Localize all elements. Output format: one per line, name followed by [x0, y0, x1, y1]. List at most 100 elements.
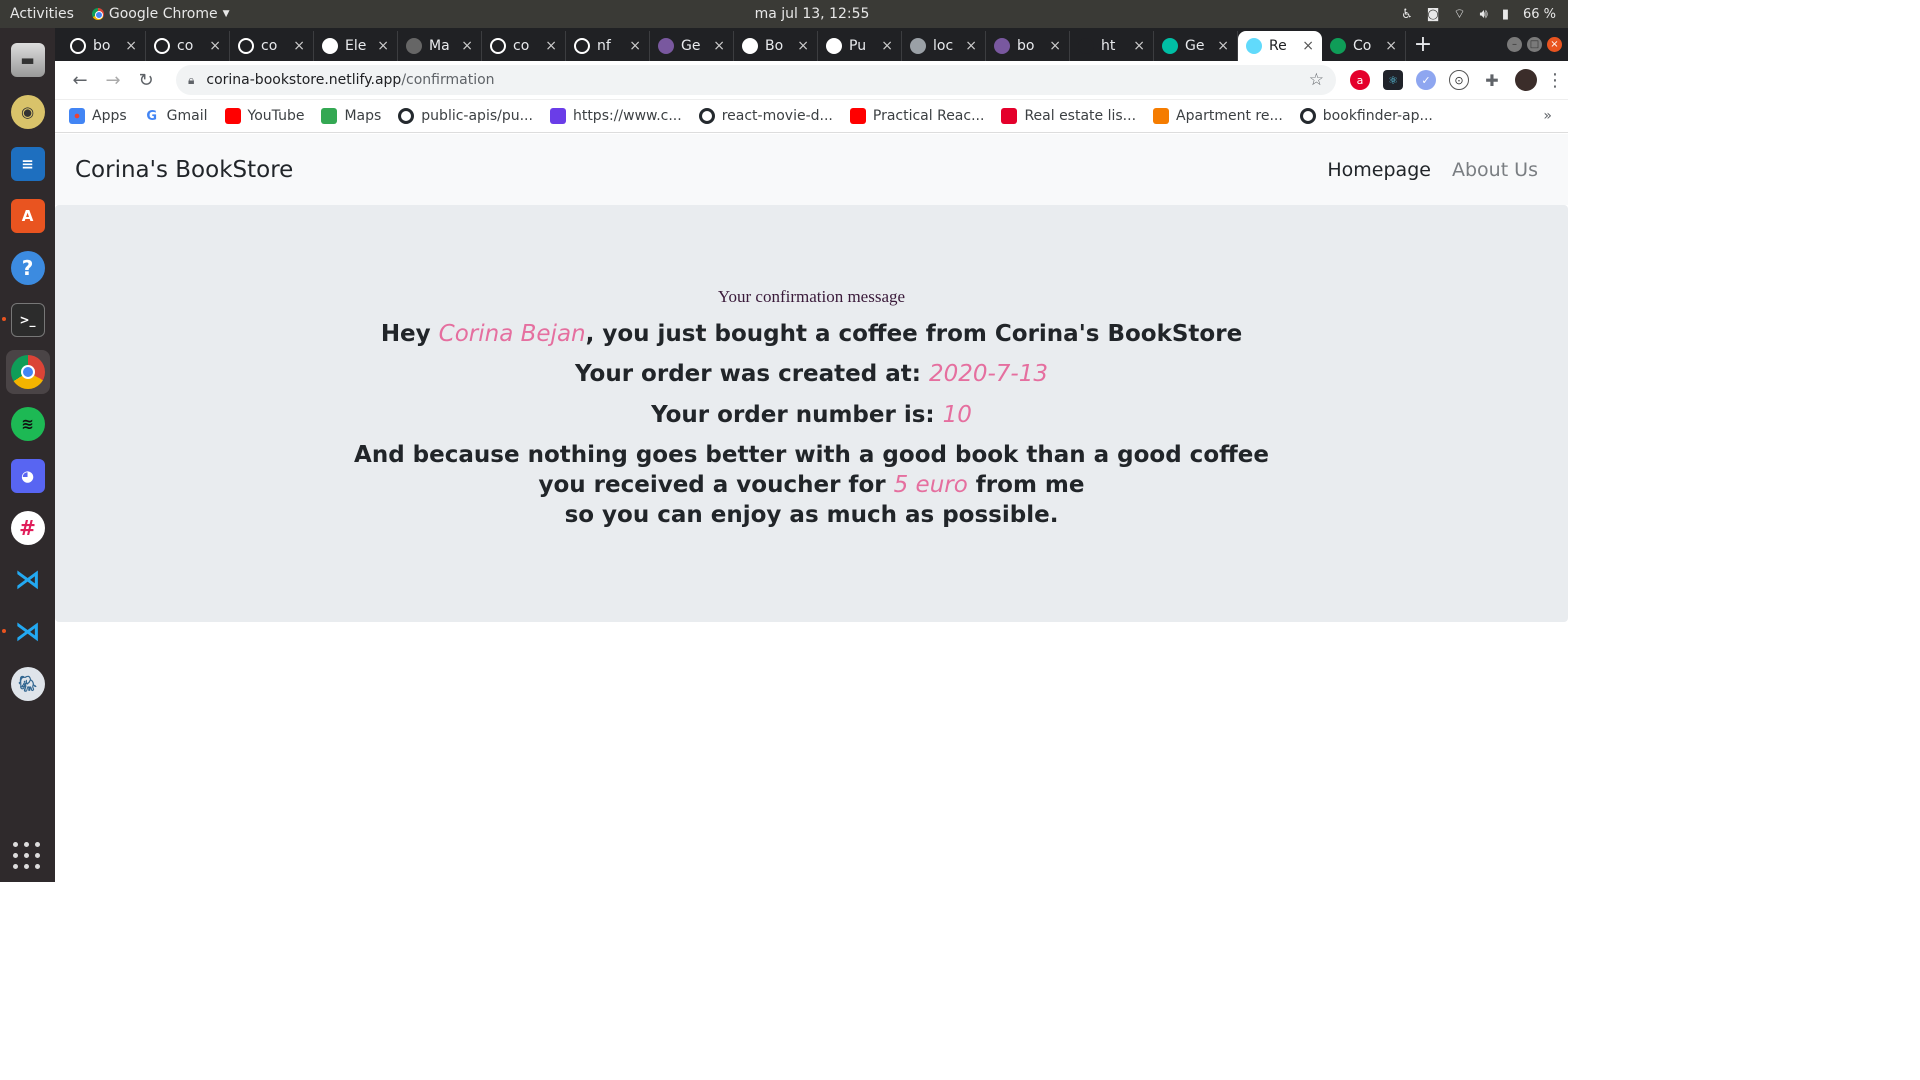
close-tab-icon[interactable]: × [1133, 38, 1145, 54]
site-brand[interactable]: Corina's BookStore [75, 157, 293, 183]
close-tab-icon[interactable]: × [1385, 38, 1397, 54]
maximize-button[interactable]: □ [1527, 37, 1542, 52]
bookmark-item[interactable]: public-apis/pu... [398, 108, 533, 124]
close-tab-icon[interactable]: × [1217, 38, 1229, 54]
close-tab-icon[interactable]: × [629, 38, 641, 54]
activities-button[interactable]: Activities [10, 6, 74, 22]
forward-button[interactable]: → [98, 65, 128, 95]
close-window-button[interactable]: × [1547, 37, 1562, 52]
apartment-icon [1153, 108, 1170, 124]
home-icon [1001, 108, 1018, 124]
page-icon [406, 38, 422, 54]
tab-title: Ele [345, 38, 367, 54]
chrome-menu-icon[interactable]: ⋮ [1546, 70, 1564, 91]
chrome-launcher[interactable] [5, 350, 50, 394]
battery-percent[interactable]: 66 % [1523, 7, 1556, 22]
new-tab-button[interactable]: + [1406, 31, 1440, 61]
browser-tab[interactable]: Ge × [1154, 31, 1238, 61]
writer-launcher[interactable]: ≡ [6, 142, 50, 186]
browser-tab[interactable]: Ge × [650, 31, 734, 61]
close-tab-icon[interactable]: × [965, 38, 977, 54]
redux-devtools-icon[interactable]: ✓ [1416, 70, 1436, 90]
octotree-icon[interactable]: ⊙ [1449, 70, 1469, 90]
browser-tab[interactable]: Ele × [314, 31, 398, 61]
lock-icon[interactable]: 🔒︎ [188, 73, 194, 88]
chrome-icon [91, 8, 104, 20]
nav-homepage-link[interactable]: Homepage [1327, 159, 1431, 181]
help-launcher[interactable]: ? [6, 246, 50, 290]
show-applications-grid-icon[interactable] [13, 842, 41, 870]
browser-tab[interactable]: bo × [986, 31, 1070, 61]
close-tab-icon[interactable]: × [377, 38, 389, 54]
browser-tab[interactable]: co × [230, 31, 314, 61]
bookmark-item[interactable]: react-movie-d... [698, 108, 833, 124]
reload-button[interactable]: ↻ [131, 65, 161, 95]
files-launcher[interactable]: ▬ [6, 38, 50, 82]
bookmark-item[interactable]: https://www.c... [549, 108, 682, 124]
address-bar[interactable]: 🔒︎ corina-bookstore.netlify.app/confirma… [176, 65, 1336, 95]
bookmark-star-icon[interactable]: ☆ [1309, 70, 1324, 90]
browser-tab[interactable]: Co × [1322, 31, 1406, 61]
accessibility-icon[interactable]: ♿ [1401, 7, 1413, 22]
slack-launcher[interactable]: # [6, 506, 50, 550]
browser-tab[interactable]: Pu × [818, 31, 902, 61]
close-tab-icon[interactable]: × [209, 38, 221, 54]
close-tab-icon[interactable]: × [713, 38, 725, 54]
customer-name: Corina Bejan [438, 321, 586, 347]
react-devtools-icon[interactable]: ⚛ [1383, 70, 1403, 90]
back-button[interactable]: ← [65, 65, 95, 95]
discord-tray-icon[interactable]: ◙ [1427, 7, 1440, 22]
github-icon [698, 108, 715, 124]
bookmark-item[interactable]: bookfinder-ap... [1299, 108, 1433, 124]
close-tab-icon[interactable]: × [125, 38, 137, 54]
browser-tab[interactable]: co × [146, 31, 230, 61]
discord-icon: ◕ [10, 459, 45, 493]
discord-launcher[interactable]: ◕ [6, 454, 50, 498]
openlibrary-icon [826, 38, 842, 54]
minimize-button[interactable]: – [1507, 37, 1522, 52]
browser-tab[interactable]: Bo × [734, 31, 818, 61]
close-tab-icon[interactable]: × [545, 38, 557, 54]
software-launcher[interactable]: A [6, 194, 50, 238]
browser-tab[interactable]: Ma × [398, 31, 482, 61]
bookmark-item[interactable]: G Gmail [143, 108, 208, 124]
bookmark-label: YouTube [247, 108, 305, 124]
app-menu[interactable]: Google Chrome ▼ [91, 6, 230, 22]
close-tab-icon[interactable]: × [293, 38, 305, 54]
bookmark-item[interactable]: Maps [321, 108, 381, 124]
close-tab-icon[interactable]: × [797, 38, 809, 54]
system-tray[interactable]: ♿ ◙ ⌔ 🔊︎ ▮ 66 % [1401, 6, 1556, 23]
bookmark-item[interactable]: Apps [69, 108, 127, 124]
browser-tab[interactable]: nf × [566, 31, 650, 61]
close-tab-icon[interactable]: × [881, 38, 893, 54]
close-tab-icon[interactable]: × [1049, 38, 1061, 54]
clock[interactable]: ma jul 13, 12:55 [755, 6, 870, 22]
browser-tab[interactable]: co × [482, 31, 566, 61]
adblock-extension-icon[interactable]: a [1350, 70, 1370, 90]
browser-tab[interactable]: loc × [902, 31, 986, 61]
rhythmbox-launcher[interactable]: ◉ [6, 90, 50, 134]
extensions-puzzle-icon[interactable]: ✚ [1482, 70, 1502, 90]
close-tab-icon[interactable]: × [1302, 38, 1314, 54]
browser-tab[interactable]: bo × [62, 31, 146, 61]
bookmark-item[interactable]: YouTube [224, 108, 305, 124]
google-icon: G [143, 108, 160, 124]
terminal-launcher[interactable]: >_ [1, 298, 50, 342]
volume-icon[interactable]: 🔊︎ [1480, 7, 1488, 22]
close-tab-icon[interactable]: × [461, 38, 473, 54]
bookmark-item[interactable]: Real estate lis... [1001, 108, 1136, 124]
github-icon [238, 38, 254, 54]
browser-tab[interactable]: Re × [1238, 31, 1322, 61]
battery-icon[interactable]: ▮ [1502, 7, 1509, 22]
nav-about-link[interactable]: About Us [1452, 159, 1538, 181]
bookmark-item[interactable]: Apartment re... [1153, 108, 1283, 124]
bookmark-item[interactable]: Practical Reac... [849, 108, 984, 124]
more-bookmarks-icon[interactable]: » [1543, 108, 1552, 124]
browser-tab[interactable]: ht × [1070, 31, 1154, 61]
pgadmin-launcher[interactable]: 🐘︎ [6, 662, 50, 706]
spotify-launcher[interactable]: ≋ [6, 402, 50, 446]
profile-avatar[interactable] [1515, 69, 1537, 91]
wifi-icon[interactable]: ⌔ [1453, 6, 1465, 22]
vscode-launcher[interactable]: ⋊ [6, 558, 50, 602]
vscode-launcher-2[interactable]: ⋊ [1, 610, 50, 654]
